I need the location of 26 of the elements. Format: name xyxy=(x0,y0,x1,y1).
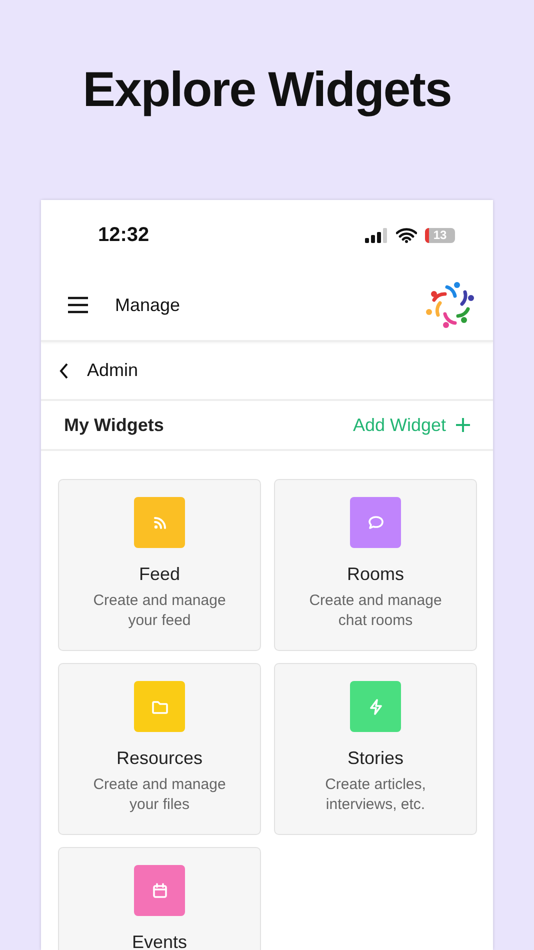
widget-title: Stories xyxy=(347,748,404,769)
widget-title: Resources xyxy=(116,748,203,769)
menu-icon[interactable] xyxy=(67,296,89,314)
back-icon[interactable] xyxy=(59,362,69,378)
widget-description: Create articles, interviews, etc. xyxy=(324,775,427,815)
widget-description: Create and manage your files xyxy=(92,775,227,815)
widget-title: Events xyxy=(132,932,188,950)
breadcrumb-title: Admin xyxy=(87,360,138,381)
status-time: 12:32 xyxy=(98,224,150,246)
signal-icon xyxy=(365,228,388,242)
widget-card[interactable]: Stories Create articles, interviews, etc. xyxy=(274,663,477,835)
battery-level: 13 xyxy=(433,228,447,242)
widget-title: Rooms xyxy=(346,564,404,585)
header-title: Manage xyxy=(115,294,182,316)
widget-description: Create and manage your feed xyxy=(92,591,227,631)
widget-card[interactable]: Feed Create and manage your feed xyxy=(58,479,261,651)
widget-card[interactable]: Events xyxy=(58,847,261,950)
widget-description: Create and manage chat rooms xyxy=(308,591,443,631)
page-headline: Explore Widgets xyxy=(82,62,452,118)
plus-icon xyxy=(455,417,471,433)
logo-icon xyxy=(424,279,476,331)
widget-card[interactable]: Rooms Create and manage chat rooms xyxy=(274,479,477,651)
wifi-icon xyxy=(396,228,417,242)
section-title: My Widgets xyxy=(64,414,165,436)
widget-card[interactable]: Resources Create and manage your files xyxy=(58,663,261,835)
widget-title: Feed xyxy=(138,564,180,585)
